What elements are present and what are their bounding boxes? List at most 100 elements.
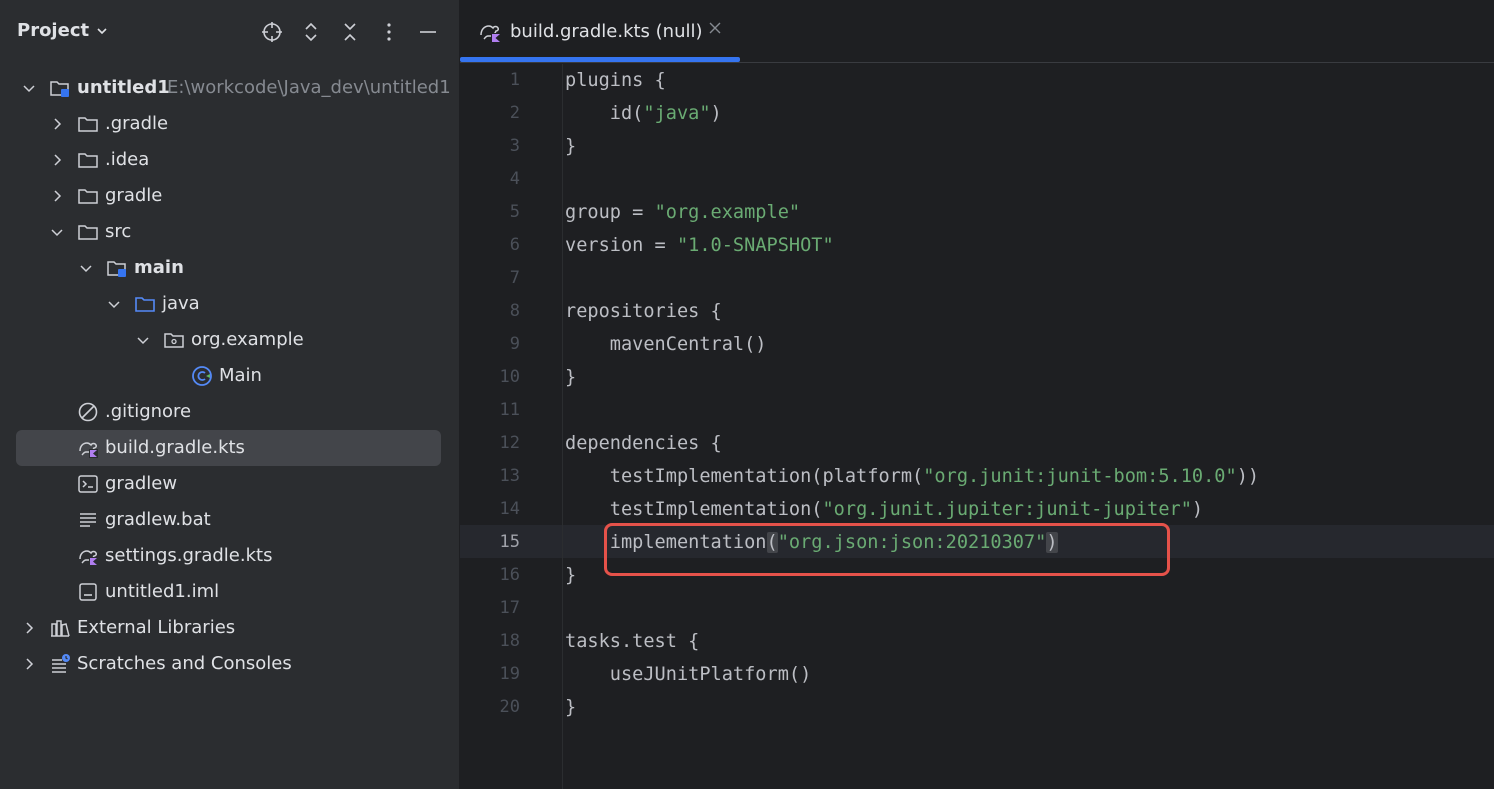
code-line: } (565, 697, 577, 718)
code-line: useJUnitPlatform() (565, 664, 812, 685)
locate-file-button[interactable] (258, 18, 286, 46)
code-token: ) (1191, 499, 1204, 520)
tree-item-gradlew[interactable]: gradlew (16, 466, 441, 502)
tree-item-label: gradlew.bat (105, 509, 211, 530)
ignore-file-icon (78, 402, 98, 422)
tree-item-gradlew-bat[interactable]: gradlew.bat (16, 502, 441, 538)
tree-item-main-class[interactable]: Main (16, 358, 441, 394)
text-file-icon (80, 513, 96, 527)
gradle-kotlin-icon (480, 25, 501, 43)
line-number: 8 (509, 301, 520, 321)
chevron-right-icon[interactable] (22, 657, 36, 671)
line-number: 16 (499, 565, 520, 585)
shell-script-icon (78, 475, 98, 493)
line-number: 3 (509, 136, 520, 156)
code-token: testImplementation( (565, 499, 823, 520)
close-icon[interactable] (708, 21, 722, 35)
code-line: group = "org.example" (565, 196, 800, 229)
tree-item-label: settings.gradle.kts (105, 545, 273, 566)
tree-item-build-gradle-kts[interactable]: build.gradle.kts (16, 430, 441, 466)
gradle-kotlin-icon (79, 550, 98, 566)
tree-item-label: src (105, 221, 132, 242)
code-line: id("java") (565, 97, 722, 130)
expand-all-icon (305, 22, 317, 42)
line-number: 15 (499, 532, 520, 552)
line-number: 5 (509, 202, 520, 222)
line-number: 14 (499, 499, 520, 519)
crosshair-icon (262, 22, 282, 42)
tree-item-scratches[interactable]: Scratches and Consoles (16, 646, 441, 682)
folder-icon (78, 153, 98, 168)
tree-item-label: untitled1 (77, 77, 170, 98)
hide-panel-button[interactable] (414, 18, 442, 46)
line-number: 10 (499, 367, 520, 387)
tree-item-label: java (162, 293, 200, 314)
line-number: 11 (499, 400, 520, 420)
chevron-down-icon[interactable] (22, 81, 36, 95)
package-icon (164, 333, 184, 348)
chevron-right-icon[interactable] (50, 117, 64, 131)
tree-item-untitled1[interactable]: untitled1 E:\workcode\Java_dev\untitled1 (16, 70, 451, 106)
project-view-selector[interactable]: Project (17, 20, 109, 41)
tree-item-gradle[interactable]: gradle (16, 178, 441, 214)
code-line: mavenCentral() (565, 334, 767, 355)
tree-item-label: .gradle (105, 113, 169, 134)
code-token: id( (565, 103, 644, 124)
chevron-down-icon[interactable] (107, 297, 121, 311)
code-line: tasks.test { (565, 631, 700, 652)
tree-item-label: build.gradle.kts (105, 437, 245, 458)
line-number: 6 (509, 235, 520, 255)
expand-all-button[interactable] (297, 18, 325, 46)
string-literal: "1.0-SNAPSHOT" (676, 235, 834, 256)
line-number: 7 (509, 268, 520, 288)
code-token: group = (565, 202, 655, 223)
code-line: testImplementation(platform("org.junit:j… (565, 460, 1259, 493)
collapse-all-button[interactable] (336, 18, 364, 46)
tree-item-idea[interactable]: .idea (16, 142, 441, 178)
line-number: 19 (499, 664, 520, 684)
tree-item-gradle-dir[interactable]: .gradle (16, 106, 441, 142)
tree-item-label: gradlew (105, 473, 178, 494)
code-line: } (565, 565, 577, 586)
module-folder-icon (50, 81, 69, 97)
tree-item-src[interactable]: src (16, 214, 441, 250)
chevron-right-icon[interactable] (22, 621, 36, 635)
tree-item-main[interactable]: main (16, 250, 441, 286)
tree-item-java[interactable]: java (16, 286, 441, 322)
code-line: plugins { (565, 70, 666, 91)
collapse-all-icon (344, 23, 356, 41)
project-path: E:\workcode\Java_dev\untitled1 (167, 77, 451, 98)
tab-label: build.gradle.kts (null) (510, 21, 703, 42)
chevron-right-icon[interactable] (50, 153, 64, 167)
line-number: 9 (509, 334, 520, 354)
line-number: 17 (499, 598, 520, 618)
java-class-icon (192, 366, 212, 386)
options-button[interactable] (375, 18, 403, 46)
folder-icon (78, 189, 98, 204)
tree-item-label: Scratches and Consoles (77, 653, 292, 674)
line-number: 2 (509, 103, 520, 123)
more-vertical-icon (387, 23, 391, 41)
project-panel-title: Project (17, 20, 90, 41)
line-number: 12 (499, 433, 520, 453)
chevron-down-icon[interactable] (136, 333, 150, 347)
chevron-right-icon[interactable] (50, 189, 64, 203)
tree-item-label: untitled1.iml (105, 581, 220, 602)
tree-item-org-example[interactable]: org.example (16, 322, 441, 358)
code-token: )) (1236, 466, 1260, 487)
tree-item-external-libraries[interactable]: External Libraries (16, 610, 441, 646)
string-literal: "org.junit:junit-bom:5.10.0" (923, 466, 1237, 487)
tree-item-gitignore[interactable]: .gitignore (16, 394, 441, 430)
tree-item-label: Main (219, 365, 262, 386)
tree-item-untitled1-iml[interactable]: untitled1.iml (16, 574, 441, 610)
tab-build-gradle-kts[interactable]: build.gradle.kts (null) (460, 0, 740, 63)
chevron-down-icon[interactable] (79, 261, 93, 275)
chevron-down-icon[interactable] (50, 225, 64, 239)
tree-item-settings-gradle-kts[interactable]: settings.gradle.kts (16, 538, 441, 574)
tree-item-label: .idea (105, 149, 150, 170)
code-token: ) (710, 103, 722, 124)
tree-item-label: gradle (105, 185, 163, 206)
minimize-icon (420, 31, 436, 33)
string-literal: "org.junit.jupiter:junit-jupiter" (822, 499, 1192, 520)
gradle-kotlin-icon (79, 442, 98, 458)
